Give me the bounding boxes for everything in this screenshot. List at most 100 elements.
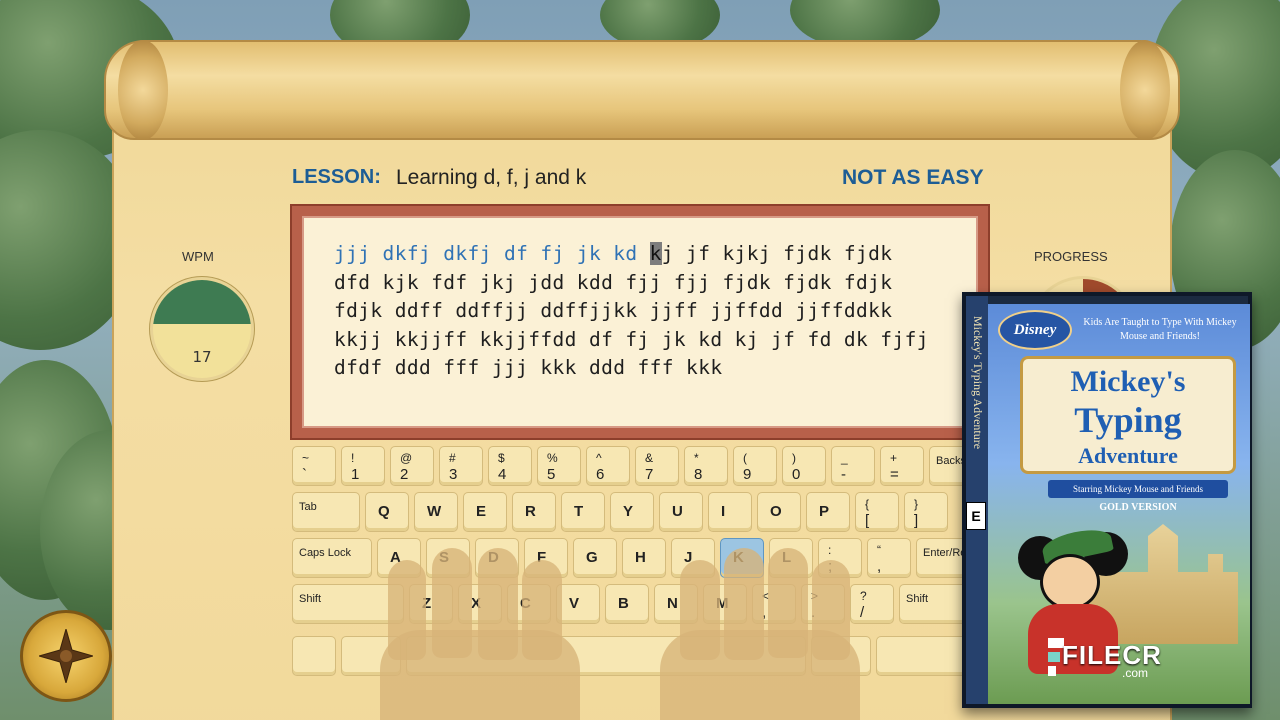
key-char: 1 — [351, 466, 360, 483]
wpm-gauge-fill — [153, 280, 251, 325]
key-v[interactable]: V — [556, 584, 600, 624]
key-letter: Y — [623, 503, 634, 520]
wpm-value: 17 — [192, 348, 212, 366]
key-shift-char: _ — [841, 451, 848, 465]
key-char: , — [877, 558, 882, 575]
key-char: [ — [865, 512, 870, 529]
key-char: / — [860, 604, 865, 621]
key-t[interactable]: T — [561, 492, 605, 532]
box-title-line-2: Typing — [1074, 400, 1182, 440]
key-letter: V — [569, 595, 580, 612]
key-=[interactable]: + = — [880, 446, 924, 486]
box-tagline: Kids Are Taught to Type With Mickey Mous… — [1083, 317, 1237, 342]
key-b[interactable]: B — [605, 584, 649, 624]
key-letter: E — [476, 503, 487, 520]
key-shift-char: % — [547, 451, 558, 465]
key-5[interactable]: % 5 — [537, 446, 581, 486]
mickey-head — [1040, 554, 1100, 610]
key-char: 7 — [645, 466, 654, 483]
key-ctrl-right[interactable] — [876, 636, 972, 676]
key-8[interactable]: * 8 — [684, 446, 728, 486]
untyped-text: j jf kjkj fjdk fjdk — [661, 242, 893, 265]
typing-line-1: jjj dkfj dkfj df fj jk kd kj jf kjkj fjd… — [334, 240, 976, 269]
key-label: Shift — [906, 593, 929, 605]
key-letter: W — [427, 503, 442, 520]
key-ctrl-left[interactable] — [292, 636, 336, 676]
watermark-sub: .com — [1122, 666, 1149, 680]
key-7[interactable]: & 7 — [635, 446, 679, 486]
typing-text-area[interactable]: jjj dkfj dkfj df fj jk kd kj jf kjkj fjd… — [302, 216, 978, 428]
typing-line-2: dfd kjk fdf jkj jdd kdd fjj fjj fjdk fjd… — [334, 270, 893, 294]
scroll-roll-end-right — [1120, 40, 1170, 140]
scroll-top-roll — [104, 40, 1180, 140]
box-edition: GOLD VERSION — [1099, 502, 1177, 513]
scroll-roll-end-left — [118, 40, 168, 140]
key-q[interactable]: Q — [365, 492, 409, 532]
key-shift-char: # — [449, 451, 456, 465]
key-h[interactable]: H — [622, 538, 666, 578]
key-char: 0 — [792, 466, 801, 483]
key-0[interactable]: ) 0 — [782, 446, 826, 486]
compass-menu-button[interactable] — [20, 610, 112, 702]
lesson-title: Learning d, f, j and k — [396, 166, 587, 189]
key-shift-char: ) — [792, 451, 796, 465]
key-bracket-0[interactable]: {[ — [855, 492, 899, 532]
key-shift-char: “ — [877, 543, 881, 557]
key-shift-char: { — [865, 497, 870, 511]
key-caps-lock[interactable]: Caps Lock — [292, 538, 372, 578]
key-shift-char: } — [914, 497, 919, 511]
key-4[interactable]: $4 — [488, 446, 532, 486]
key-char: = — [890, 466, 899, 483]
key-o[interactable]: O — [757, 492, 801, 532]
key-tab[interactable]: Tab — [292, 492, 360, 532]
key-label: Enter/Re — [923, 547, 967, 559]
key-`[interactable]: ~ ` — [292, 446, 336, 486]
key-char: - — [841, 466, 846, 483]
key-label: Shift — [299, 593, 322, 605]
key-punct-1[interactable]: “, — [867, 538, 911, 578]
key-9[interactable]: (9 — [733, 446, 777, 486]
key-i[interactable]: I — [708, 492, 752, 532]
key-char: 9 — [743, 466, 752, 483]
key-letter: U — [672, 503, 683, 520]
key--[interactable]: _ - — [831, 446, 875, 486]
key-e[interactable]: E — [463, 492, 507, 532]
key-shift-char: : — [828, 543, 832, 557]
disney-logo: Disney — [998, 310, 1072, 350]
wpm-label: WPM — [182, 249, 214, 264]
key-char: 6 — [596, 466, 605, 483]
key-3[interactable]: #3 — [439, 446, 483, 486]
typing-line-4: kkjj kkjjff kkjjffdd df fj jk kd kj jf f… — [334, 327, 929, 351]
key-letter: B — [618, 595, 629, 612]
key-letter: G — [586, 549, 598, 566]
key-letter: O — [770, 503, 782, 520]
key-shift-char: ^ — [596, 451, 602, 465]
key-char: 4 — [498, 466, 507, 483]
esrb-rating: E — [966, 502, 986, 530]
key-w[interactable]: W — [414, 492, 458, 532]
box-spine-title: Mickey's Typing Adventure — [971, 316, 985, 450]
lesson-label: LESSON: — [292, 166, 381, 188]
key-2[interactable]: @2 — [390, 446, 434, 486]
key-p[interactable]: P — [806, 492, 850, 532]
key-1[interactable]: ! 1 — [341, 446, 385, 486]
typing-text-frame: jjj dkfj dkfj df fj jk kd kj jf kjkj fjd… — [290, 204, 990, 440]
box-subtitle: Starring Mickey Mouse and Friends — [1048, 480, 1228, 498]
box-title-line-1: Mickey's — [1070, 365, 1186, 398]
compass-icon — [39, 629, 93, 683]
key-r[interactable]: R — [512, 492, 556, 532]
key-u[interactable]: U — [659, 492, 703, 532]
text-cursor: k — [649, 242, 662, 265]
box-spine: Mickey's Typing Adventure E — [966, 296, 988, 704]
key-punct-r4-2[interactable]: ? / — [850, 584, 894, 624]
key-g[interactable]: G — [573, 538, 617, 578]
key-bracket-1[interactable]: }] — [904, 492, 948, 532]
key-6[interactable]: ^ 6 — [586, 446, 630, 486]
key-shift-char: ! — [351, 451, 355, 465]
difficulty-label: NOT AS EASY — [842, 166, 984, 189]
key-letter: T — [574, 503, 584, 520]
key-shift-char: & — [645, 451, 654, 465]
key-y[interactable]: Y — [610, 492, 654, 532]
key-letter: I — [721, 503, 726, 520]
key-letter: Q — [378, 503, 390, 520]
